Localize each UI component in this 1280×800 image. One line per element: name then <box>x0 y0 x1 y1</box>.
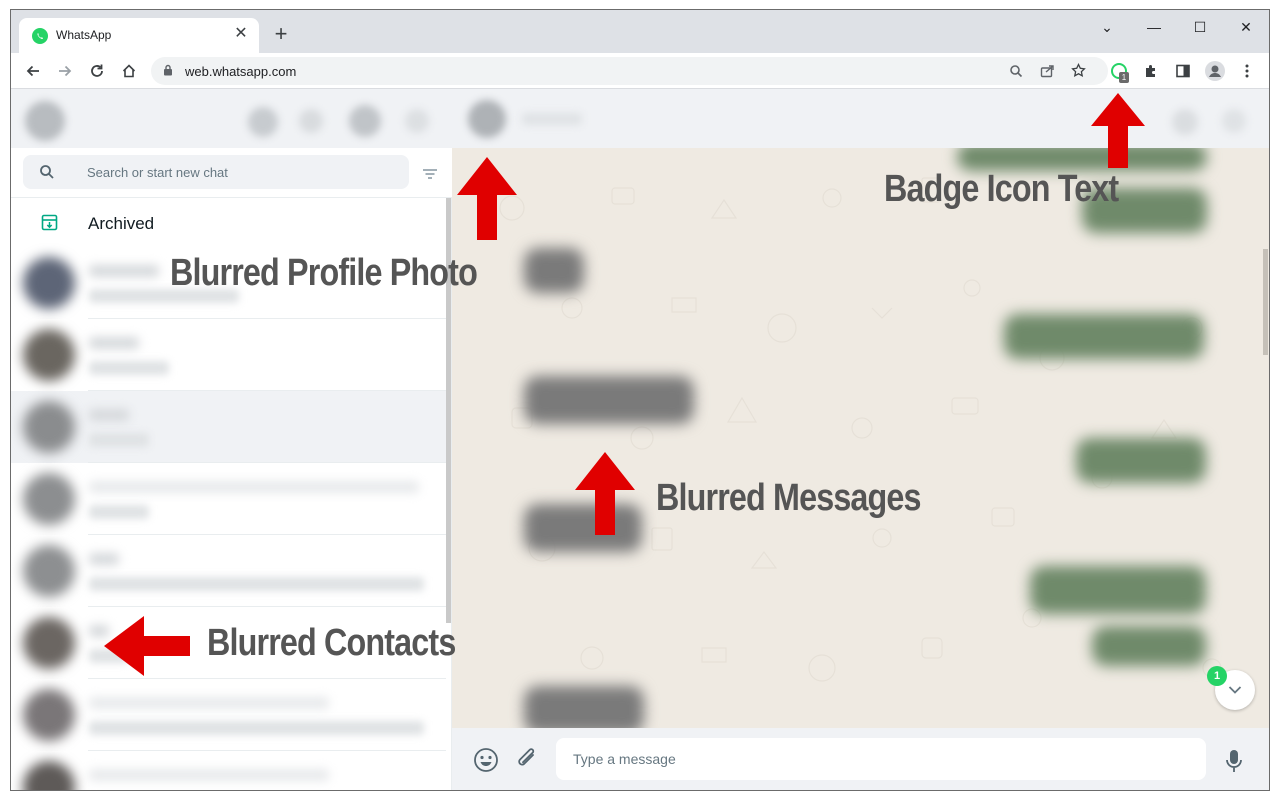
archive-icon <box>41 214 58 231</box>
tab-strip: WhatsApp ✕ + ⌄ — ☐ ✕ <box>11 10 1269 53</box>
archived-row[interactable]: Archived <box>11 198 452 247</box>
blurred-messages-label: Blurred Messages <box>656 477 922 519</box>
filter-icon[interactable] <box>419 165 441 183</box>
unread-count-badge: 1 <box>1207 666 1227 686</box>
chat-list-panel: Archived <box>11 89 452 790</box>
minimize-button[interactable]: — <box>1139 16 1169 38</box>
menu-icon[interactable] <box>405 109 429 133</box>
contact-name-blur <box>89 481 419 493</box>
last-message-blur <box>89 433 149 447</box>
communities-icon[interactable] <box>248 107 278 137</box>
browser-toolbar: web.whatsapp.com 1 <box>11 53 1269 89</box>
search-icon <box>40 165 54 179</box>
tab-whatsapp[interactable]: WhatsApp ✕ <box>19 18 259 53</box>
new-chat-icon[interactable] <box>349 105 381 137</box>
tab-search-icon[interactable]: ⌄ <box>1092 16 1122 38</box>
contact-name-blur <box>89 553 119 565</box>
outgoing-message-blur <box>1004 314 1204 359</box>
left-header <box>11 89 452 148</box>
extensions-puzzle-icon[interactable] <box>1137 57 1165 85</box>
chat-row[interactable] <box>11 751 446 790</box>
browser-menu-icon[interactable] <box>1233 57 1261 85</box>
chat-row[interactable] <box>11 535 446 607</box>
contact-name-blur <box>89 697 329 709</box>
contact-avatar <box>23 329 75 381</box>
whatsapp-extension-icon[interactable]: 1 <box>1109 61 1129 83</box>
chat-row[interactable] <box>11 319 446 391</box>
contact-avatar <box>23 545 75 597</box>
outgoing-message-blur <box>1076 438 1206 483</box>
microphone-icon[interactable] <box>1224 747 1244 775</box>
contact-avatar <box>23 617 75 669</box>
profile-avatar-icon[interactable] <box>1205 61 1225 81</box>
browser-window: WhatsApp ✕ + ⌄ — ☐ ✕ web.whatsapp.com 1 … <box>10 9 1270 791</box>
last-message-blur <box>89 361 169 375</box>
outgoing-message-blur <box>1092 626 1206 666</box>
bookmark-star-icon[interactable] <box>1067 60 1089 82</box>
contact-avatar <box>23 257 75 309</box>
chat-row[interactable] <box>11 679 446 751</box>
incoming-message-blur <box>524 686 644 728</box>
status-icon[interactable] <box>299 109 323 133</box>
chevron-down-icon <box>1228 686 1242 694</box>
whatsapp-favicon-icon <box>32 28 48 44</box>
home-button[interactable] <box>115 57 143 85</box>
lock-icon <box>164 64 172 76</box>
back-button[interactable] <box>19 57 47 85</box>
conversation-panel: 1 <box>452 89 1269 790</box>
contact-name-blur <box>89 337 139 349</box>
chat-row-selected[interactable] <box>11 391 446 463</box>
message-scrollbar[interactable] <box>1263 249 1268 355</box>
search-area <box>11 148 452 198</box>
zoom-icon[interactable] <box>1005 60 1027 82</box>
message-composer <box>452 728 1269 790</box>
arrow-up-messages <box>575 452 635 535</box>
last-message-blur <box>89 577 424 591</box>
archived-label: Archived <box>88 214 155 233</box>
share-icon[interactable] <box>1036 60 1058 82</box>
tab-close-icon[interactable]: ✕ <box>231 24 251 44</box>
incoming-message-blur <box>524 376 694 424</box>
contact-name-blur <box>89 409 129 421</box>
attach-paperclip-icon[interactable] <box>514 746 540 774</box>
outgoing-message-blur <box>1030 566 1206 614</box>
forward-button[interactable] <box>51 57 79 85</box>
blurred-contacts-label: Blurred Contacts <box>207 622 456 664</box>
new-tab-button[interactable]: + <box>269 23 293 47</box>
arrow-left-contacts <box>104 616 190 676</box>
reload-button[interactable] <box>83 57 111 85</box>
arrow-up-badge <box>1091 93 1145 168</box>
contact-avatar <box>23 761 75 790</box>
extension-badge: 1 <box>1119 72 1129 83</box>
contact-name-blur <box>89 265 159 277</box>
contact-avatar <box>23 473 75 525</box>
contact-avatar <box>23 689 75 741</box>
tab-title: WhatsApp <box>56 28 112 42</box>
badge-icon-text-label: Badge Icon Text <box>884 168 1119 210</box>
message-area <box>452 148 1269 728</box>
incoming-message-blur <box>524 248 584 293</box>
own-avatar[interactable] <box>25 101 65 141</box>
window-close-button[interactable]: ✕ <box>1231 16 1261 38</box>
search-box <box>23 155 409 189</box>
message-input[interactable] <box>556 738 1206 780</box>
contact-profile-photo[interactable] <box>468 100 506 138</box>
address-bar[interactable]: web.whatsapp.com <box>151 57 1108 85</box>
chat-row[interactable] <box>11 463 446 535</box>
contact-name-blur <box>522 113 582 125</box>
contact-avatar <box>23 401 75 453</box>
contact-name-blur <box>89 769 329 781</box>
search-chat-icon[interactable] <box>1172 109 1198 135</box>
search-input[interactable] <box>87 155 397 189</box>
blurred-profile-photo-label: Blurred Profile Photo <box>170 252 478 294</box>
last-message-blur <box>89 505 149 519</box>
maximize-button[interactable]: ☐ <box>1185 16 1215 38</box>
url-text: web.whatsapp.com <box>185 64 297 79</box>
last-message-blur <box>89 721 424 735</box>
emoji-icon[interactable] <box>472 746 500 774</box>
arrow-up-profile <box>457 157 517 240</box>
side-panel-icon[interactable] <box>1169 57 1197 85</box>
chat-menu-icon[interactable] <box>1222 109 1246 133</box>
